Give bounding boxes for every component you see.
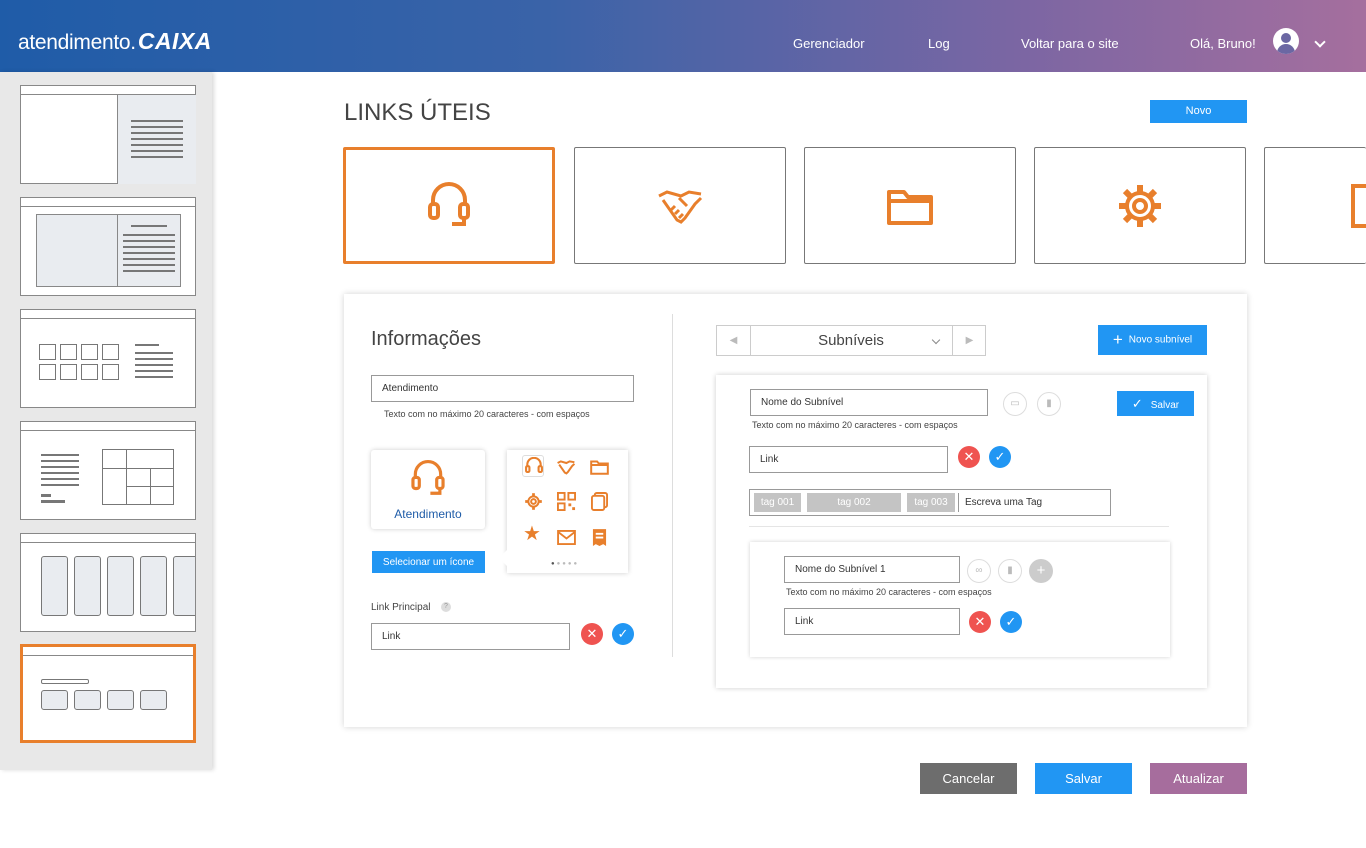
update-button[interactable]: Atualizar <box>1150 763 1247 794</box>
novo-button[interactable]: Novo <box>1150 100 1247 123</box>
info-heading: Informações <box>371 328 482 350</box>
subnivel-hint: Texto com no máximo 20 caracteres - com … <box>752 420 958 430</box>
prev-arrow-icon[interactable]: ◀ <box>717 326 751 355</box>
layout-icon <box>1351 184 1366 228</box>
tag-chip[interactable]: tag 002 <box>807 493 901 512</box>
confirm-child-link-icon[interactable]: ✓ <box>1000 611 1022 633</box>
clear-subnivel-link-icon[interactable]: ✕ <box>958 446 980 468</box>
link-principal-label: Link Principal <box>371 602 431 613</box>
picker-headset-icon[interactable] <box>522 455 544 477</box>
gear-icon <box>1119 184 1161 227</box>
headset-icon <box>428 181 470 226</box>
cancel-button[interactable]: Cancelar <box>920 763 1017 794</box>
picker-document-icon[interactable] <box>591 492 608 511</box>
layout-sidebar <box>0 72 212 770</box>
picker-folder-icon[interactable] <box>590 459 609 475</box>
check-icon: ✓ <box>1131 395 1143 411</box>
select-icon-button[interactable]: Selecionar um ícone <box>372 551 485 573</box>
icon-preview: Atendimento <box>371 450 485 529</box>
layout-thumbnail-3[interactable] <box>20 309 196 408</box>
tag-text-field[interactable]: Escreva uma Tag <box>965 497 1042 508</box>
layout-thumbnail-5[interactable] <box>20 533 196 632</box>
clear-child-link-icon[interactable]: ✕ <box>969 611 991 633</box>
child-subnivel-name-input[interactable]: Nome do Subnível 1 <box>784 556 960 583</box>
icon-picker: ★ ●●●●● <box>499 450 628 573</box>
nav-log[interactable]: Log <box>928 36 950 51</box>
comment-icon[interactable]: ▭ <box>1003 392 1027 416</box>
card-headset[interactable] <box>343 147 555 264</box>
avatar-icon[interactable] <box>1273 28 1299 54</box>
top-bar: atendimento.CAIXA Gerenciador Log Voltar… <box>0 0 1366 72</box>
next-arrow-icon[interactable]: ▶ <box>952 326 986 355</box>
confirm-link-icon[interactable]: ✓ <box>612 623 634 645</box>
picker-star-icon[interactable]: ★ <box>523 524 541 544</box>
picker-gear-icon[interactable] <box>524 492 543 511</box>
layout-thumbnail-6-selected[interactable] <box>20 644 196 743</box>
child-subnivel-link-input[interactable]: Link <box>784 608 960 635</box>
logo[interactable]: atendimento.CAIXA <box>18 28 212 55</box>
picker-mail-icon[interactable] <box>557 530 576 545</box>
trash-icon[interactable]: ▮ <box>998 559 1022 583</box>
help-icon[interactable]: ? <box>441 602 451 612</box>
link-principal-input[interactable]: Link <box>371 623 570 650</box>
subniveis-label: Subníveis <box>818 332 884 349</box>
handshake-icon <box>658 189 703 224</box>
name-hint: Texto com no máximo 20 caracteres - com … <box>384 409 590 419</box>
column-divider <box>672 314 673 657</box>
child-subnivel-hint: Texto com no máximo 20 caracteres - com … <box>786 587 992 597</box>
preview-label: Atendimento <box>394 507 462 521</box>
trash-icon[interactable]: ▮ <box>1037 392 1061 416</box>
layout-thumbnail-1[interactable] <box>20 85 196 184</box>
card-layout[interactable] <box>1264 147 1366 264</box>
headset-icon <box>411 460 445 495</box>
card-gear[interactable] <box>1034 147 1246 264</box>
add-icon[interactable]: + <box>1029 559 1053 583</box>
link-icon[interactable]: ∞ <box>967 559 991 583</box>
novo-subnivel-button[interactable]: + Novo subnível <box>1098 325 1207 355</box>
salvar-subnivel-button[interactable]: ✓ Salvar <box>1117 391 1194 416</box>
nav-voltar-site[interactable]: Voltar para o site <box>1021 36 1119 51</box>
divider <box>749 526 1169 527</box>
picker-receipt-icon[interactable] <box>592 528 607 547</box>
page-title: LINKS ÚTEIS <box>344 99 491 126</box>
layout-thumbnail-4[interactable] <box>20 421 196 520</box>
picker-grid-icon[interactable] <box>557 492 576 511</box>
tag-chip[interactable]: tag 003 <box>907 493 955 512</box>
tag-chip[interactable]: tag 001 <box>754 493 801 512</box>
subnivel-link-input[interactable]: Link <box>749 446 948 473</box>
folder-icon <box>887 189 933 225</box>
nav-gerenciador[interactable]: Gerenciador <box>793 36 865 51</box>
confirm-subnivel-link-icon[interactable]: ✓ <box>989 446 1011 468</box>
clear-link-icon[interactable]: ✕ <box>581 623 603 645</box>
picker-pagination[interactable]: ●●●●● <box>551 561 579 567</box>
card-handshake[interactable] <box>574 147 786 264</box>
card-folder[interactable] <box>804 147 1016 264</box>
chevron-down-icon[interactable] <box>1314 36 1326 48</box>
subnivel-name-input[interactable]: Nome do Subnível <box>750 389 988 416</box>
user-greeting: Olá, Bruno! <box>1190 36 1256 51</box>
name-input[interactable]: Atendimento <box>371 375 634 402</box>
subniveis-dropdown[interactable]: ◀ Subníveis ▶ <box>716 325 986 356</box>
plus-icon: + <box>1112 330 1123 349</box>
save-button[interactable]: Salvar <box>1035 763 1132 794</box>
layout-thumbnail-2[interactable] <box>20 197 196 296</box>
picker-handshake-icon[interactable] <box>556 458 576 476</box>
